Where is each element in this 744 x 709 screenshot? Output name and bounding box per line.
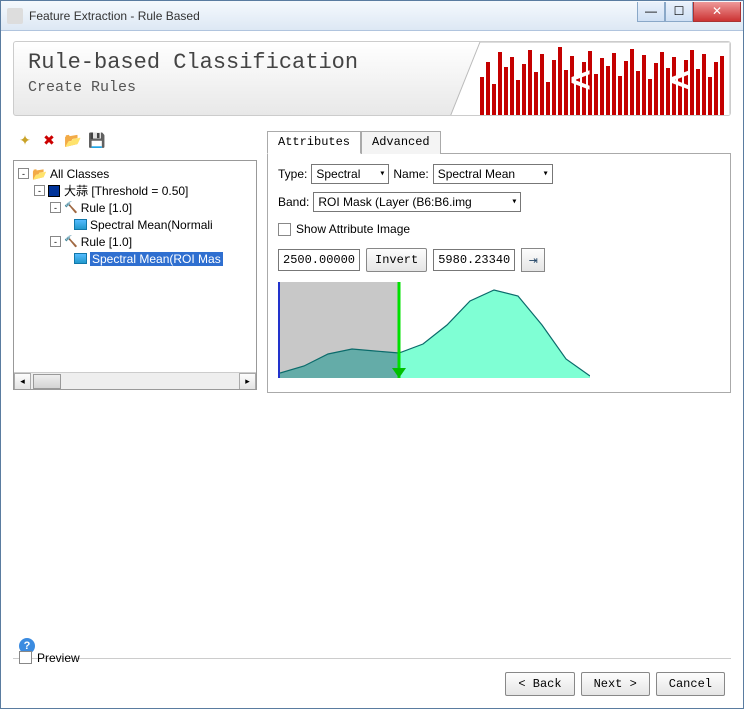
- type-select[interactable]: Spectral: [311, 164, 389, 184]
- back-button[interactable]: < Back: [505, 672, 574, 696]
- name-select[interactable]: Spectral Mean: [433, 164, 553, 184]
- tree-leaf-2-selected[interactable]: Spectral Mean(ROI Mas: [16, 250, 254, 267]
- tree-rule-2[interactable]: -🔨Rule [1.0]: [16, 233, 254, 250]
- histogram-chart[interactable]: [278, 282, 588, 378]
- tree-class[interactable]: -大蒜 [Threshold = 0.50]: [16, 182, 254, 199]
- tree-rule-1[interactable]: -🔨Rule [1.0]: [16, 199, 254, 216]
- type-label: Type:: [278, 167, 307, 181]
- svg-text:<: <: [570, 59, 591, 100]
- tree-scrollbar[interactable]: ◂ ▸: [14, 372, 256, 389]
- min-value-input[interactable]: [278, 249, 360, 271]
- delete-icon[interactable]: ✖: [39, 130, 59, 150]
- tabs: Attributes Advanced: [267, 130, 731, 154]
- preview-label: Preview: [37, 651, 80, 665]
- add-class-icon[interactable]: ✦: [15, 130, 35, 150]
- tab-advanced[interactable]: Advanced: [361, 131, 441, 154]
- window: Feature Extraction - Rule Based — ☐ ✕ Ru…: [0, 0, 744, 709]
- tree-leaf-1[interactable]: Spectral Mean(Normali: [16, 216, 254, 233]
- maximize-button[interactable]: ☐: [665, 2, 693, 22]
- header: Rule-based Classification Create Rules <…: [13, 41, 731, 116]
- show-attribute-label: Show Attribute Image: [296, 222, 410, 236]
- minimize-button[interactable]: —: [637, 2, 665, 22]
- class-tree[interactable]: -📂All Classes -大蒜 [Threshold = 0.50] -🔨R…: [13, 160, 257, 390]
- app-icon: [7, 8, 23, 24]
- attributes-pane: Attributes Advanced Type: Spectral Name:…: [267, 130, 731, 650]
- open-folder-icon[interactable]: 📂: [63, 130, 83, 150]
- tree-toolbar: ✦ ✖ 📂 💾: [13, 130, 257, 154]
- next-button[interactable]: Next >: [581, 672, 650, 696]
- settings-icon[interactable]: ⇥: [521, 248, 545, 272]
- show-attribute-checkbox[interactable]: [278, 223, 291, 236]
- tab-attributes[interactable]: Attributes: [267, 131, 361, 154]
- tree-root[interactable]: -📂All Classes: [16, 165, 254, 182]
- save-icon[interactable]: 💾: [87, 130, 107, 150]
- header-graphic: < <: [450, 42, 730, 116]
- content: ✦ ✖ 📂 💾 -📂All Classes -大蒜 [Threshold = 0…: [1, 116, 743, 656]
- band-select[interactable]: ROI Mask (Layer (B6:B6.img: [313, 192, 521, 212]
- svg-text:<: <: [670, 59, 691, 100]
- band-label: Band:: [278, 195, 309, 209]
- tree-pane: ✦ ✖ 📂 💾 -📂All Classes -大蒜 [Threshold = 0…: [13, 130, 257, 650]
- max-value-input[interactable]: [433, 249, 515, 271]
- page-subtitle: Create Rules: [28, 79, 358, 96]
- page-title: Rule-based Classification: [28, 50, 358, 75]
- footer: Preview < Back Next > Cancel: [13, 658, 731, 708]
- name-label: Name:: [393, 167, 428, 181]
- preview-checkbox[interactable]: [19, 651, 32, 664]
- close-button[interactable]: ✕: [693, 2, 741, 22]
- scroll-right-icon[interactable]: ▸: [239, 373, 256, 390]
- tab-body: Type: Spectral Name: Spectral Mean Band:…: [267, 154, 731, 393]
- titlebar[interactable]: Feature Extraction - Rule Based — ☐ ✕: [1, 1, 743, 31]
- window-title: Feature Extraction - Rule Based: [29, 9, 637, 23]
- invert-button[interactable]: Invert: [366, 248, 427, 272]
- scroll-thumb[interactable]: [33, 374, 61, 389]
- scroll-left-icon[interactable]: ◂: [14, 373, 31, 390]
- cancel-button[interactable]: Cancel: [656, 672, 725, 696]
